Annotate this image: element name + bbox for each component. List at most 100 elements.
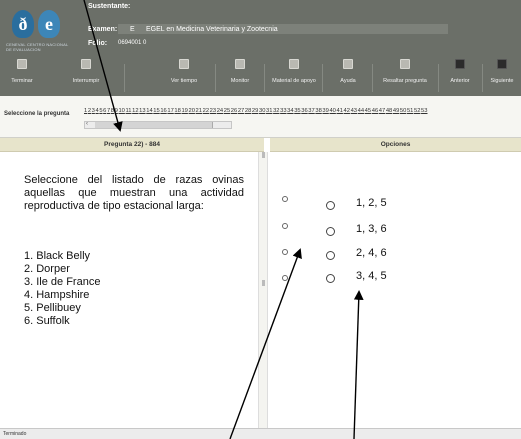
candidate-label: Sustentante: xyxy=(88,3,131,10)
question-number-link[interactable]: 20 xyxy=(189,108,195,114)
question-number-link[interactable]: 11 xyxy=(126,108,132,114)
question-number-link[interactable]: 27 xyxy=(238,108,244,114)
question-number-link[interactable]: 1 xyxy=(84,108,87,114)
question-number-link[interactable]: 21 xyxy=(196,108,202,114)
scroll-left-icon[interactable]: ‹ xyxy=(86,121,88,127)
option-radio[interactable] xyxy=(326,201,335,210)
question-number-link[interactable]: 31 xyxy=(266,108,272,114)
question-stem: Seleccione del listado de razas ovinas a… xyxy=(24,174,244,212)
question-number-link[interactable]: 13 xyxy=(139,108,145,114)
question-number-link[interactable]: 23 xyxy=(210,108,216,114)
question-number-link[interactable]: 52 xyxy=(414,108,420,114)
question-number-link[interactable]: 45 xyxy=(365,108,371,114)
question-number-link[interactable]: 47 xyxy=(379,108,385,114)
question-number-link[interactable]: 40 xyxy=(329,108,335,114)
question-number-link[interactable]: 26 xyxy=(231,108,237,114)
hidden-radio[interactable] xyxy=(282,223,288,229)
question-number-link[interactable]: 41 xyxy=(336,108,342,114)
question-number-link[interactable]: 16 xyxy=(160,108,166,114)
question-number-link[interactable]: 49 xyxy=(393,108,399,114)
logo-e-icon: e xyxy=(38,10,60,38)
view-time-button[interactable]: Ver tiempo xyxy=(156,56,212,94)
toolbar-divider xyxy=(264,64,265,92)
scrollbar-thumb[interactable] xyxy=(95,122,213,128)
terminate-icon xyxy=(17,59,27,69)
question-number-link[interactable]: 46 xyxy=(372,108,378,114)
question-number-link[interactable]: 14 xyxy=(146,108,152,114)
question-number-link[interactable]: 10 xyxy=(118,108,124,114)
question-number-link[interactable]: 18 xyxy=(174,108,180,114)
option-radio[interactable] xyxy=(326,251,335,260)
question-number-link[interactable]: 36 xyxy=(301,108,307,114)
toolbar-divider xyxy=(438,64,439,92)
interrupt-label: Interrumpir xyxy=(72,78,100,84)
monitor-button[interactable]: Monitor xyxy=(218,56,262,94)
question-number-link[interactable]: 17 xyxy=(167,108,173,114)
toolbar-divider xyxy=(372,64,373,92)
next-icon xyxy=(497,59,507,69)
question-number-link[interactable]: 28 xyxy=(245,108,251,114)
question-number-link[interactable]: 51 xyxy=(407,108,413,114)
options-title: Opciones xyxy=(380,141,411,148)
question-number-link[interactable]: 38 xyxy=(315,108,321,114)
interrupt-button[interactable]: Interrumpir xyxy=(64,56,108,94)
question-number-link[interactable]: 39 xyxy=(322,108,328,114)
hidden-radio[interactable] xyxy=(282,275,288,281)
help-icon xyxy=(343,59,353,69)
options-panel-header: Opciones xyxy=(270,138,521,152)
next-button[interactable]: Siguiente xyxy=(484,56,520,94)
question-number-link[interactable]: 24 xyxy=(217,108,223,114)
question-number-link[interactable]: 43 xyxy=(351,108,357,114)
question-number-link[interactable]: 12 xyxy=(132,108,138,114)
question-number-link[interactable]: 22 xyxy=(203,108,209,114)
folio-value: 0694001 0 xyxy=(118,40,147,46)
toolbar-divider xyxy=(482,64,483,92)
vertical-scrollbar[interactable] xyxy=(258,152,268,428)
status-bar: Terminado xyxy=(0,428,521,439)
question-number-link[interactable]: 7 xyxy=(107,108,110,114)
question-number-link[interactable]: 19 xyxy=(181,108,187,114)
highlight-question-label: Resaltar pregunta xyxy=(383,78,427,84)
exam-code: E xyxy=(130,26,135,33)
question-number-link[interactable]: 34 xyxy=(287,108,293,114)
question-number-link[interactable]: 6 xyxy=(103,108,106,114)
scroll-up-icon[interactable] xyxy=(262,152,265,158)
scrollbar-grip[interactable] xyxy=(262,280,265,286)
toolbar-divider xyxy=(322,64,323,92)
question-number-link[interactable]: 8 xyxy=(111,108,114,114)
question-number-link[interactable]: 15 xyxy=(153,108,159,114)
question-number-link[interactable]: 25 xyxy=(224,108,230,114)
question-panel: Seleccione del listado de razas ovinas a… xyxy=(0,152,258,428)
terminate-button[interactable]: Terminar xyxy=(0,56,44,94)
question-number-link[interactable]: 44 xyxy=(358,108,364,114)
hidden-radio[interactable] xyxy=(282,196,288,202)
status-text: Terminado xyxy=(3,431,27,437)
question-number-link[interactable]: 30 xyxy=(259,108,265,114)
question-number-link[interactable]: 42 xyxy=(344,108,350,114)
support-material-button[interactable]: Material de apoyo xyxy=(266,56,322,94)
question-number-link[interactable]: 33 xyxy=(280,108,286,114)
question-number-link[interactable]: 32 xyxy=(273,108,279,114)
question-number-link[interactable]: 2 xyxy=(88,108,91,114)
exam-name: EGEL en Medicina Veterinaria y Zootecnia xyxy=(146,26,278,33)
highlight-question-button[interactable]: Resaltar pregunta xyxy=(374,56,436,94)
app-header: ð e CENEVAL CENTRO NACIONAL DE EVALUACIO… xyxy=(0,0,521,96)
option-label: 2, 4, 6 xyxy=(356,247,387,259)
folio-label: Folio: xyxy=(88,40,108,47)
question-number-link[interactable]: 53 xyxy=(421,108,427,114)
option-radio[interactable] xyxy=(326,227,335,236)
horizontal-scrollbar[interactable]: ‹ xyxy=(84,121,232,129)
question-number-link[interactable]: 50 xyxy=(400,108,406,114)
question-number-link[interactable]: 48 xyxy=(386,108,392,114)
question-number-link[interactable]: 29 xyxy=(252,108,258,114)
help-button[interactable]: Ayuda xyxy=(326,56,370,94)
clock-icon xyxy=(179,59,189,69)
previous-button[interactable]: Anterior xyxy=(440,56,480,94)
logo-caption: CENEVAL CENTRO NACIONAL DE EVALUACION xyxy=(6,42,69,52)
question-item-list: 1. Black Belly 2. Dorper 3. Ile de Franc… xyxy=(24,250,100,328)
question-number-link[interactable]: 35 xyxy=(294,108,300,114)
question-number-link[interactable]: 37 xyxy=(308,108,314,114)
hidden-radio[interactable] xyxy=(282,249,288,255)
option-radio[interactable] xyxy=(326,274,335,283)
next-label: Siguiente xyxy=(490,78,514,84)
